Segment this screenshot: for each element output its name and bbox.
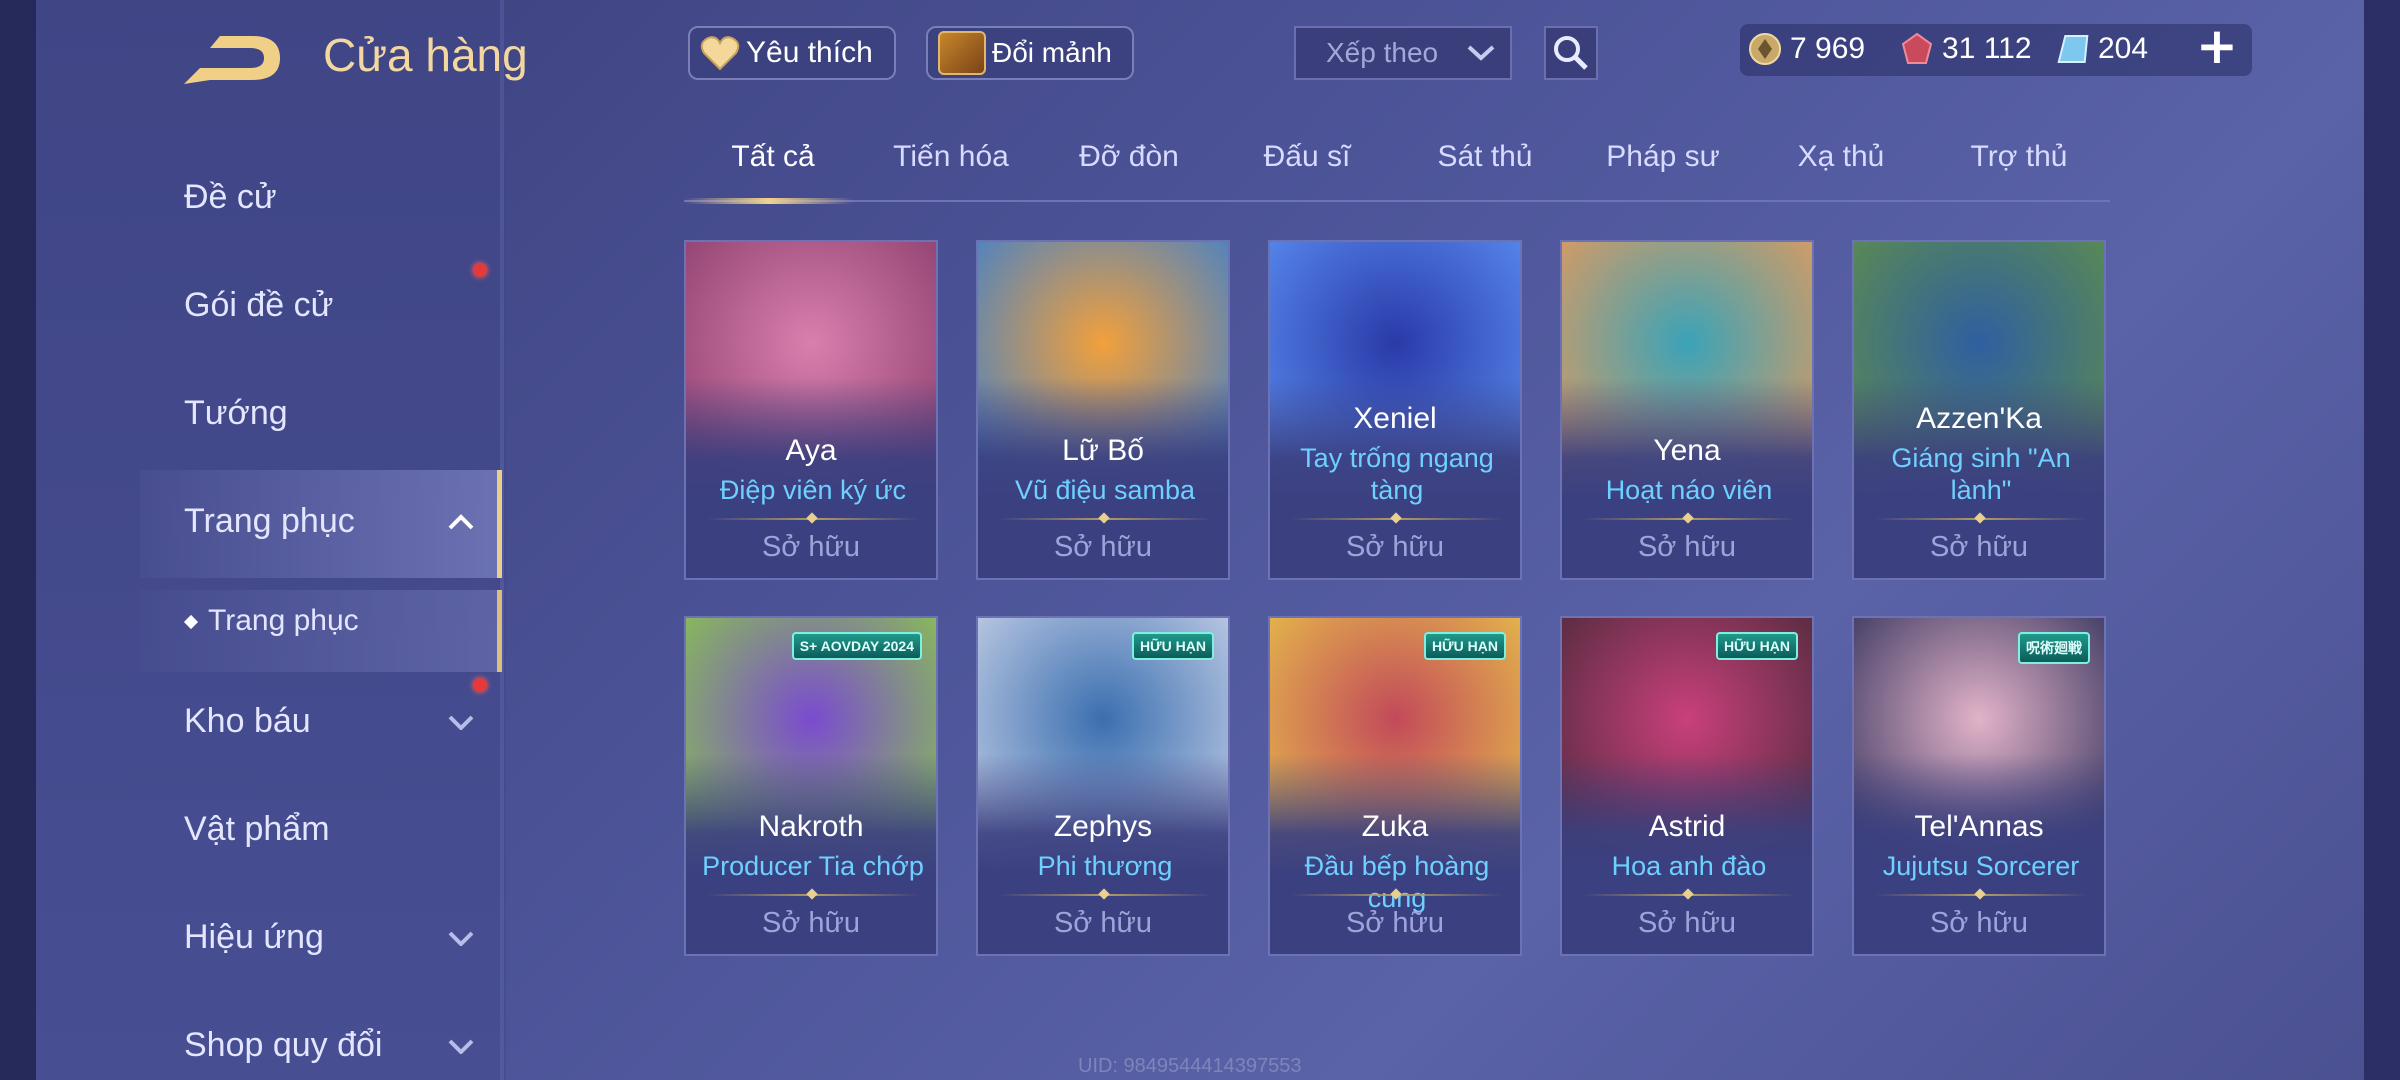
chevron-down-icon [448,931,474,946]
hero-name: Azzen'Ka [1916,402,2042,435]
fragment-exchange-button[interactable]: Đổi mảnh [926,26,1134,80]
fragment-exchange-label: Đổi mảnh [992,37,1112,68]
sidebar-item-recommended[interactable]: Đề cử [184,178,277,217]
hero-name: Astrid [1648,810,1726,843]
treasure-chest-icon [938,31,986,75]
skin-card[interactable]: Zuka Đầu bếp hoàng cungSở hữu HỮU HẠN [1268,616,1522,956]
sidebar-item-recommended-packs[interactable]: Gói đề cử [184,286,333,325]
sidebar-item-exchange-shop[interactable]: Shop quy đổi [184,1026,383,1065]
limited-badge: HỮU HẠN [1715,632,1798,660]
owned-status: Sở hữu [1345,531,1445,563]
active-tab-underline [684,198,854,204]
owned-status: Sở hữu [1345,907,1445,939]
skin-card[interactable]: Aya Điệp viên ký ức Sở hữu [684,240,938,580]
skin-card[interactable]: Astrid Hoa anh đào Sở hữu HỮU HẠN [1560,616,1814,956]
sidebar-subitem-skins[interactable]: Trang phục [183,604,359,638]
skin-name: Phi thương [1037,851,1173,881]
voucher-amount: 204 [2098,32,2149,65]
hero-name: Zuka [1361,810,1429,843]
owned-status: Sở hữu [1637,531,1737,563]
owned-status: Sở hữu [1053,531,1153,563]
back-arrow-icon[interactable] [180,30,285,88]
hero-name: Nakroth [758,810,864,843]
search-icon [1554,36,1588,70]
gold-coin-icon [1749,33,1781,65]
owned-status: Sở hữu [1929,907,2029,939]
skin-name: Tay trống ngang tàng [1300,443,1494,505]
sidebar-item-items[interactable]: Vật phẩm [184,810,330,849]
skin-card[interactable]: Yena Hoạt náo viên Sở hữu [1560,240,1814,580]
sidebar-item-skins[interactable]: Trang phục [184,502,355,541]
search-button[interactable] [1544,26,1598,80]
currency-gold: 7 969 [1748,26,1865,72]
skin-card[interactable]: Xeniel Tay trống ngang tàng Sở hữu [1268,240,1522,580]
skin-name: Hoa anh đào [1611,851,1767,881]
tab-mage[interactable]: Pháp sư [1574,140,1752,174]
skin-name: Jujutsu Sorcerer [1882,851,2080,881]
notification-dot [473,678,487,692]
owned-status: Sở hữu [1053,907,1153,939]
owned-status: Sở hữu [761,531,861,563]
skin-card[interactable]: Lữ Bố Vũ điệu samba Sở hữu [976,240,1230,580]
notification-dot [473,263,487,277]
user-id: UID: 9849544414397553 [1078,1055,1302,1077]
owned-status: Sở hữu [1637,907,1737,939]
tab-all[interactable]: Tất cả [684,140,862,174]
hero-name: Lữ Bố [1062,434,1144,467]
hero-name: Tel'Annas [1914,810,2044,843]
gem-amount: 31 112 [1942,32,2032,65]
skin-name: Đầu bếp hoàng cung [1304,851,1490,913]
gold-amount: 7 969 [1790,32,1866,65]
limited-badge: HỮU HẠN [1131,632,1214,660]
tab-marksman[interactable]: Xạ thủ [1752,140,1930,174]
screen-border-right [2364,0,2400,1080]
skin-card[interactable]: Nakroth Producer Tia chớp Sở hữu S+ AOVDAY … [684,616,938,956]
chevron-down-icon [448,715,474,730]
skin-name: Điệp viên ký ức [719,475,907,505]
tab-assassin[interactable]: Sát thủ [1396,140,1574,174]
limited-badge: 呪術廻戦 [2018,632,2090,664]
currency-gem: 31 112 [1900,26,2032,72]
skin-name: Giáng sinh "An lành" [1891,443,2071,505]
skin-name: Hoạt náo viên [1605,475,1773,505]
voucher-icon [2057,35,2089,63]
favorites-button[interactable]: Yêu thích [688,26,896,80]
hero-name: Yena [1653,434,1721,467]
tab-tank[interactable]: Đỡ đòn [1040,140,1218,174]
currency-voucher: 204 [2056,26,2148,72]
owned-status: Sở hữu [1929,531,2029,563]
screen-border-left [0,0,36,1080]
category-tabs: Tất cả Tiến hóa Đỡ đòn Đấu sĩ Sát thủ Ph… [684,140,2110,202]
skin-card[interactable]: Zephys Phi thương Sở hữu HỮU HẠN [976,616,1230,956]
tab-fighter[interactable]: Đấu sĩ [1218,140,1396,174]
red-gem-icon [1901,32,1933,64]
hero-name: Xeniel [1353,402,1437,435]
limited-badge: HỮU HẠN [1423,632,1506,660]
skin-card[interactable]: Tel'Annas Jujutsu Sorcerer Sở hữu 呪術廻戦 [1852,616,2106,956]
sidebar-item-effects[interactable]: Hiệu ứng [184,918,324,957]
skin-name: Producer Tia chớp [702,851,924,881]
tab-support[interactable]: Trợ thủ [1930,140,2108,174]
sidebar-item-heroes[interactable]: Tướng [184,394,288,433]
owned-status: Sở hữu [761,907,861,939]
sidebar-item-treasure[interactable]: Kho báu [184,702,311,741]
sort-dropdown-label: Xếp theo [1326,37,1439,68]
sort-dropdown[interactable]: Xếp theo [1294,26,1512,80]
chevron-down-icon [1467,45,1495,61]
favorites-label: Yêu thích [746,36,873,69]
skin-name: Vũ điệu samba [1014,475,1196,505]
hero-name: Zephys [1053,810,1153,843]
limited-badge: S+ AOVDAY 2024 [791,632,922,660]
top-up-button[interactable]: + [2196,21,2238,74]
heart-icon [700,36,740,71]
page-title: Cửa hàng [323,29,528,81]
tab-evolution[interactable]: Tiến hóa [862,140,1040,174]
skin-card[interactable]: Azzen'Ka Giáng sinh "An lành" Sở hữu [1852,240,2106,580]
bullet-diamond-icon [183,615,199,630]
chevron-up-icon [448,514,474,530]
sidebar-subitem-label: Trang phục [208,604,359,637]
chevron-down-icon [448,1039,474,1054]
hero-name: Aya [785,434,837,467]
